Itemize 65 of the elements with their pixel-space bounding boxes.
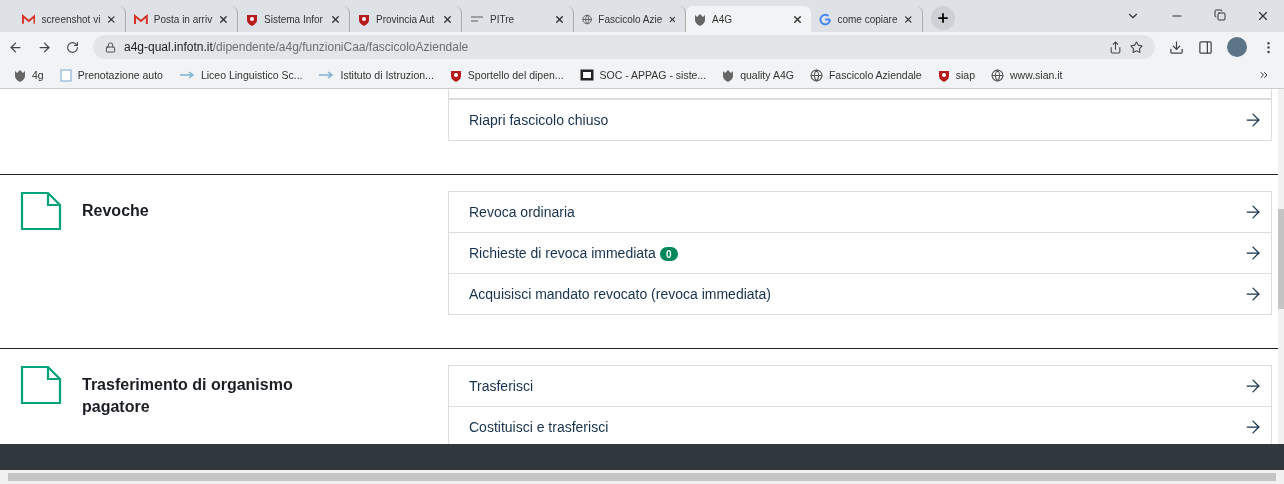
arrow-icon — [318, 71, 335, 79]
document-icon — [20, 365, 62, 405]
globe-icon — [990, 68, 1004, 82]
close-icon[interactable] — [106, 13, 117, 25]
new-tab-button[interactable] — [931, 6, 955, 30]
back-icon[interactable] — [8, 39, 23, 55]
document-icon — [20, 191, 62, 231]
menu-link[interactable]: Revoca ordinaria — [469, 204, 575, 220]
forward-icon[interactable] — [37, 39, 52, 55]
close-icon[interactable] — [792, 13, 803, 25]
crest-icon — [246, 12, 258, 26]
count-badge: 0 — [659, 247, 678, 262]
reload-icon[interactable] — [66, 40, 79, 54]
url-text: a4g-qual.infotn.it/dipendente/a4g/funzioniCaa/fascicoloAziendale — [124, 40, 470, 54]
g-logo-icon — [819, 12, 832, 26]
crest-icon — [449, 68, 462, 82]
download-icon[interactable] — [1169, 39, 1184, 55]
close-icon[interactable] — [1256, 9, 1270, 23]
bookmark-link[interactable]: www.sian.it — [1009, 69, 1063, 81]
square-logo-icon — [579, 69, 594, 81]
scrollbar-thumb[interactable] — [8, 473, 1276, 481]
crest-icon — [358, 12, 370, 26]
browser-tab[interactable]: A4G — [686, 6, 811, 32]
avatar[interactable] — [1227, 37, 1247, 57]
side-panel-icon[interactable] — [1198, 39, 1213, 55]
close-icon[interactable] — [903, 13, 914, 25]
envelope-icon — [22, 13, 36, 25]
close-icon[interactable] — [330, 13, 341, 25]
address-bar[interactable]: a4g-qual.infotn.it/dipendente/a4g/funzioniCaa/fascicoloAziendale — [93, 35, 1155, 59]
star-icon[interactable] — [1130, 40, 1143, 54]
menu-link[interactable]: Riapri fascicolo chiuso — [469, 112, 609, 128]
bookmark-link[interactable]: Sportello del dipen... — [467, 69, 564, 81]
scrollbar-thumb[interactable] — [1278, 209, 1284, 309]
section-title: Revoche — [82, 201, 150, 221]
globe-icon — [809, 68, 823, 82]
page-icon — [59, 68, 72, 82]
crest-icon — [722, 68, 735, 82]
crest-icon — [937, 68, 950, 82]
menu-link[interactable]: Acquisisci mandato revocato (revoca immediata) — [469, 286, 771, 302]
arrow-icon — [178, 71, 195, 79]
lines-icon — [470, 14, 484, 24]
bookmark-link[interactable]: SOC - APPAG - siste... — [599, 69, 707, 81]
envelope-icon — [134, 13, 148, 25]
globe-icon — [582, 12, 593, 26]
close-icon[interactable] — [218, 13, 229, 25]
close-icon[interactable] — [442, 13, 453, 25]
bookmark-link[interactable]: siap — [955, 69, 975, 81]
crest-icon — [14, 68, 26, 82]
plus-icon — [936, 11, 950, 25]
share-icon[interactable] — [1109, 40, 1122, 54]
bookmark-link[interactable]: quality A4G — [740, 69, 794, 81]
more-bookmarks-icon[interactable] — [1258, 69, 1270, 81]
bookmark-link[interactable]: Istituto di Istruzion... — [340, 69, 434, 81]
bookmark-link[interactable]: 4g — [32, 69, 44, 81]
bookmark-link[interactable]: Liceo Linguistico Sc... — [200, 69, 303, 81]
menu-link[interactable]: Trasferisci — [469, 378, 534, 394]
section-title: Trasferimento di organismo pagatore — [82, 375, 294, 417]
menu-link[interactable]: Richieste di revoca immediata — [469, 244, 656, 261]
lock-icon — [105, 41, 116, 53]
bookmark-link[interactable]: Prenotazione auto — [77, 69, 163, 81]
menu-link[interactable]: Costituisci e trasferisci — [469, 419, 609, 435]
close-icon[interactable] — [554, 13, 565, 25]
crest-icon — [694, 12, 706, 26]
bookmark-link[interactable]: Fascicolo Aziendale — [828, 69, 922, 81]
restore-icon[interactable] — [1214, 9, 1226, 21]
